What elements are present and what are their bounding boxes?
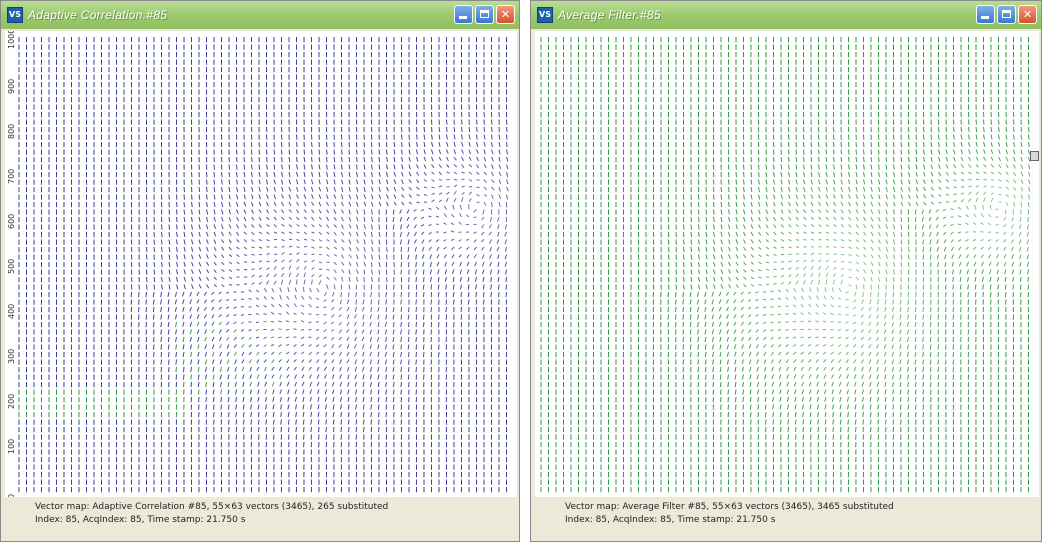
scroll-marker[interactable]: [1030, 151, 1039, 161]
vector-map-window-average: VS Average Filter.#85 ✕ Vector map: Aver…: [530, 0, 1042, 542]
minimize-button[interactable]: [454, 5, 473, 24]
y-tick-label: 400: [7, 303, 16, 319]
close-button[interactable]: ✕: [1018, 5, 1037, 24]
vector-map-plot[interactable]: [535, 31, 1039, 497]
maximize-button[interactable]: [997, 5, 1016, 24]
close-icon: ✕: [500, 8, 511, 21]
status-vector-map: Vector map: Adaptive Correlation #85, 55…: [35, 502, 389, 512]
close-icon: ✕: [1022, 8, 1033, 21]
maximize-button[interactable]: [475, 5, 494, 24]
close-button[interactable]: ✕: [496, 5, 515, 24]
status-bar: Vector map: Average Filter #85, 55×63 ve…: [535, 501, 1037, 539]
vector-map-icon[interactable]: VS: [537, 7, 553, 23]
y-tick-label: 1000: [7, 31, 16, 49]
window-titlebar[interactable]: VS Adaptive Correlation.#85 ✕: [1, 1, 519, 29]
vector-field: [540, 36, 1031, 493]
window-title: Adaptive Correlation.#85: [28, 8, 168, 22]
y-tick-label: 200: [7, 393, 16, 409]
y-tick-label: 600: [7, 213, 16, 229]
vector-field: [18, 36, 509, 493]
y-tick-label: 0: [7, 493, 16, 497]
window-controls: ✕: [454, 5, 515, 24]
vector-map-plot[interactable]: 0 100 200 300 400 500 600 700 800 900 1000: [5, 31, 517, 497]
minimize-icon: [459, 16, 467, 19]
window-controls: ✕: [976, 5, 1037, 24]
y-tick-label: 700: [7, 168, 16, 184]
minimize-icon: [981, 16, 989, 19]
vector-map-window-adaptive: VS Adaptive Correlation.#85 ✕ 0 100 200 300…: [0, 0, 520, 542]
vector-map-icon[interactable]: VS: [7, 7, 23, 23]
y-tick-label: 300: [7, 348, 16, 364]
status-vector-map: Vector map: Average Filter #85, 55×63 ve…: [565, 502, 894, 512]
maximize-icon: [1002, 10, 1011, 18]
y-tick-label: 900: [7, 78, 16, 94]
y-tick-label: 100: [7, 438, 16, 454]
y-tick-label: 500: [7, 258, 16, 274]
minimize-button[interactable]: [976, 5, 995, 24]
maximize-icon: [480, 10, 489, 18]
status-index: Index: 85, AcqIndex: 85, Time stamp: 21.…: [35, 515, 246, 525]
window-titlebar[interactable]: VS Average Filter.#85 ✕: [531, 1, 1041, 29]
y-tick-label: 800: [7, 123, 16, 139]
window-title: Average Filter.#85: [558, 8, 661, 22]
status-bar: Vector map: Adaptive Correlation #85, 55…: [5, 501, 515, 539]
status-index: Index: 85, AcqIndex: 85, Time stamp: 21.…: [565, 515, 776, 525]
